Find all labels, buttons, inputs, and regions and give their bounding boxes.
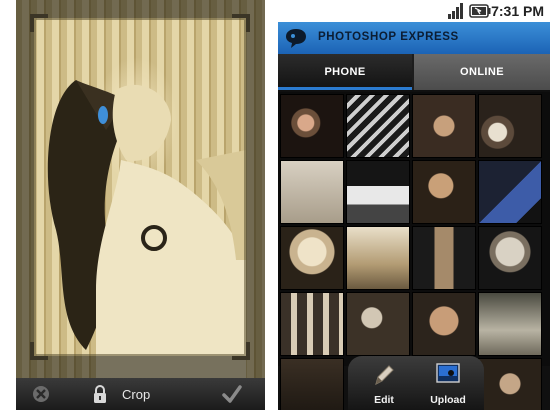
photo-thumbnail[interactable] — [280, 94, 344, 158]
upload-label: Upload — [430, 394, 466, 406]
photo-thumbnail[interactable] — [346, 292, 410, 356]
upload-button[interactable]: Upload — [418, 360, 478, 408]
crop-handle-top-left[interactable] — [30, 14, 48, 32]
photo-thumbnail[interactable] — [280, 358, 344, 410]
crop-toolbar: Crop — [16, 378, 265, 410]
pencil-icon — [375, 365, 394, 385]
edit-label: Edit — [374, 394, 394, 406]
photo-thumbnail[interactable] — [346, 94, 410, 158]
photo-thumbnail[interactable] — [478, 358, 542, 410]
photo-thumbnail[interactable] — [280, 160, 344, 224]
upload-icon — [436, 363, 460, 383]
photo-thumbnail[interactable] — [346, 226, 410, 290]
photo-canvas[interactable] — [16, 0, 265, 378]
tab-phone[interactable]: PHONE — [278, 54, 412, 90]
speech-bubble-logo-icon — [286, 29, 306, 48]
cancel-icon[interactable] — [32, 385, 50, 403]
crop-frame[interactable] — [34, 18, 246, 356]
crop-screen: Crop — [16, 0, 265, 410]
photo-thumbnail[interactable] — [280, 226, 344, 290]
crop-handle-top-right[interactable] — [232, 14, 250, 32]
app-title: PHOTOSHOP EXPRESS — [318, 31, 459, 43]
crop-handle-bottom-right[interactable] — [232, 342, 250, 360]
photo-thumbnail[interactable] — [478, 94, 542, 158]
tab-online[interactable]: ONLINE — [414, 54, 550, 90]
photo-thumbnail[interactable] — [478, 160, 542, 224]
photo-thumbnail[interactable] — [280, 292, 344, 356]
crop-handle-bottom-left[interactable] — [30, 342, 48, 360]
app-header: PHOTOSHOP EXPRESS — [278, 22, 550, 54]
edit-button[interactable]: Edit — [354, 360, 414, 408]
crop-label: Crop — [122, 387, 151, 402]
photo-thumbnail[interactable] — [412, 226, 476, 290]
photoshop-express-screen: 7:31 PM PHOTOSHOP EXPRESS PHONE ONLINE E… — [278, 0, 550, 410]
lock-icon[interactable] — [92, 384, 108, 404]
battery-icon — [469, 4, 491, 18]
status-time: 7:31 PM — [491, 3, 544, 19]
photo-thumbnail[interactable] — [478, 292, 542, 356]
tab-bar: PHONE ONLINE — [278, 54, 550, 90]
photo-grid — [278, 92, 550, 410]
status-bar: 7:31 PM — [278, 0, 550, 22]
photo-thumbnail[interactable] — [412, 94, 476, 158]
photo-thumbnail[interactable] — [346, 160, 410, 224]
signal-icon — [448, 3, 463, 19]
photo-thumbnail[interactable] — [412, 160, 476, 224]
checkmark-icon[interactable] — [222, 384, 242, 404]
photo-thumbnail[interactable] — [412, 292, 476, 356]
photo-thumbnail[interactable] — [478, 226, 542, 290]
